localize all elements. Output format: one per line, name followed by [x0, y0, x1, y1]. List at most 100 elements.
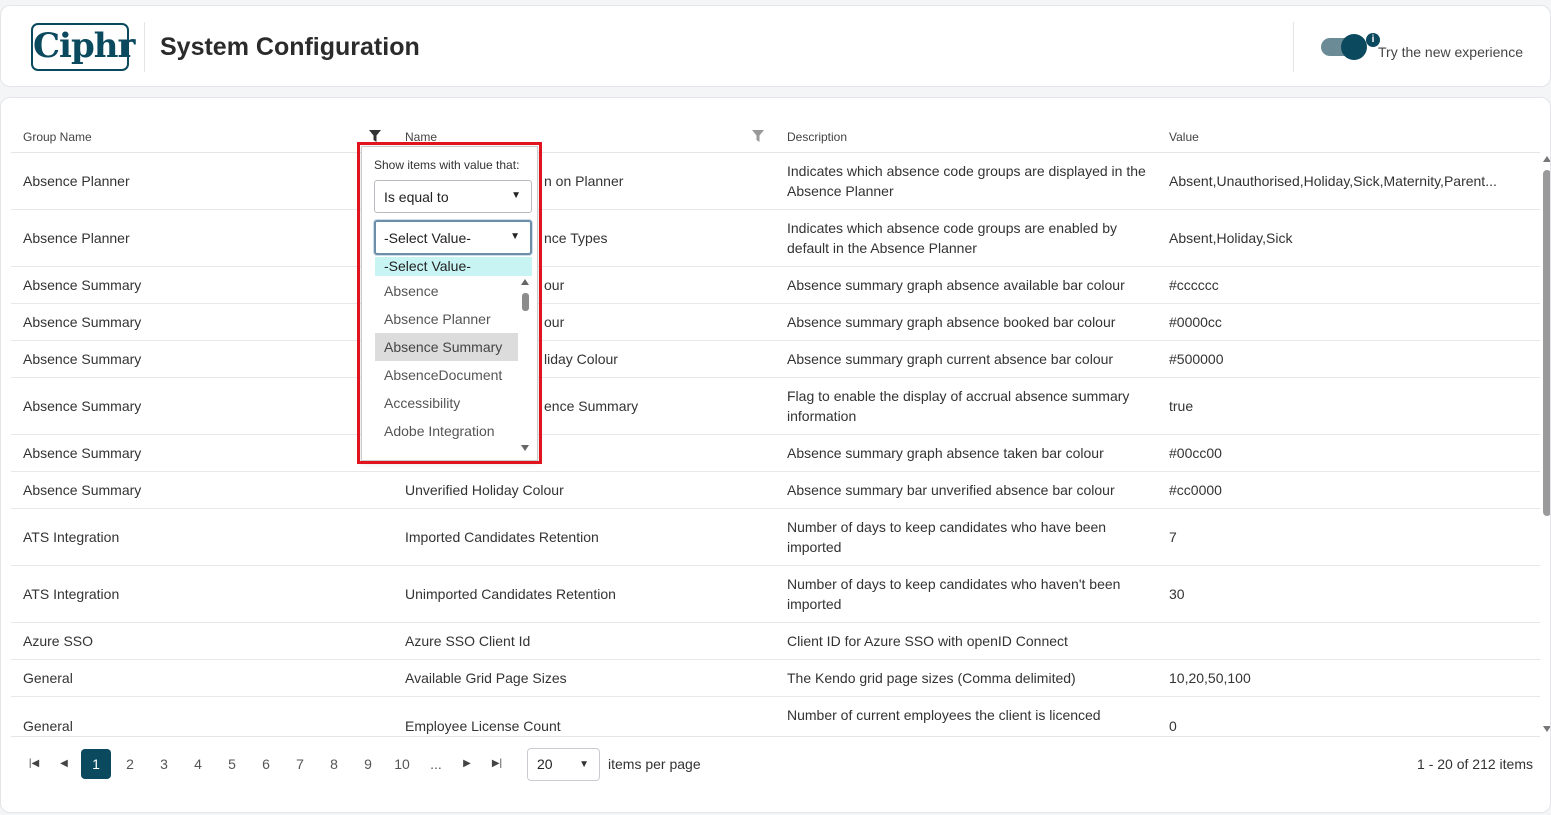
grid-body: Absence Planner n on Planner Indicates w…: [11, 153, 1540, 754]
filter-operator-value: Is equal to: [384, 189, 449, 205]
table-row[interactable]: Absence Summary Unverified Holiday Colou…: [11, 472, 1540, 509]
cell-group: General: [23, 670, 73, 686]
caret-down-icon: ▼: [511, 190, 521, 201]
next-page-icon[interactable]: ▶: [452, 749, 482, 779]
cell-name: our: [544, 314, 565, 330]
table-row[interactable]: ATS Integration Imported Candidates Rete…: [11, 509, 1540, 566]
dropdown-option[interactable]: Adobe Integration: [375, 417, 518, 445]
table-row[interactable]: ATS Integration Unimported Candidates Re…: [11, 566, 1540, 623]
column-header-name[interactable]: Name: [405, 130, 437, 144]
dropdown-option[interactable]: Absence Planner: [375, 305, 518, 333]
scrollbar-thumb[interactable]: [1543, 170, 1550, 516]
table-row[interactable]: Azure SSO Azure SSO Client Id Client ID …: [11, 623, 1540, 660]
cell-group: Absence Summary: [23, 277, 142, 293]
cell-group: Azure SSO: [23, 633, 94, 649]
dropdown-scrollbar-thumb[interactable]: [522, 293, 529, 311]
cell-description: Indicates which absence code groups are …: [787, 220, 1117, 256]
table-row[interactable]: Absence Planner nce Types Indicates whic…: [11, 210, 1540, 267]
cell-group: Absence Planner: [23, 173, 130, 189]
toggle-knob[interactable]: [1341, 34, 1367, 60]
grid-vertical-scrollbar[interactable]: [1541, 156, 1550, 736]
cell-name: Imported Candidates Retention: [405, 529, 599, 545]
page-button-5[interactable]: 5: [217, 749, 247, 779]
scroll-up-arrow-icon[interactable]: [1543, 156, 1550, 162]
cell-description: Indicates which absence code groups are …: [787, 163, 1146, 199]
grid-header: Group Name Name Description Value: [11, 116, 1540, 153]
cell-group: ATS Integration: [23, 586, 120, 602]
cell-name: Unverified Holiday Colour: [405, 482, 564, 498]
grid-pager: |◀ ◀ 1 2 3 4 5 6 7 8 9 10 ... ▶ ▶| 20 ▼ …: [11, 736, 1540, 812]
table-row[interactable]: Absence Summary ence Summary Flag to ena…: [11, 378, 1540, 435]
page-button-10[interactable]: 10: [387, 749, 417, 779]
scroll-down-arrow-icon[interactable]: [1543, 726, 1550, 732]
table-row[interactable]: General Available Grid Page Sizes The Ke…: [11, 660, 1540, 697]
filter-value-dropdown[interactable]: -Select Value- Absence Absence Planner A…: [375, 257, 532, 457]
column-header-description[interactable]: Description: [787, 130, 847, 144]
first-page-icon[interactable]: |◀: [19, 749, 49, 779]
dropdown-option[interactable]: AbsenceDocument: [375, 361, 518, 389]
page-button-1[interactable]: 1: [81, 749, 111, 779]
cell-group: Absence Summary: [23, 314, 142, 330]
toggle-label: Try the new experience: [1378, 44, 1523, 60]
cell-description: Absence summary graph absence booked bar…: [787, 314, 1116, 330]
cell-name: Employee License Count: [405, 718, 561, 734]
cell-name: Azure SSO Client Id: [405, 633, 531, 649]
page-button-9[interactable]: 9: [353, 749, 383, 779]
last-page-icon[interactable]: ▶|: [482, 749, 512, 779]
column-header-value[interactable]: Value: [1169, 130, 1199, 144]
filter-value-current: -Select Value-: [384, 230, 471, 246]
filter-icon[interactable]: [369, 130, 381, 142]
more-pages-button[interactable]: ...: [421, 749, 451, 779]
table-row[interactable]: Absence Summary our Absence summary grap…: [11, 304, 1540, 341]
filter-label: Show items with value that:: [374, 158, 520, 172]
config-grid: Group Name Name Description Value Absenc…: [0, 97, 1551, 813]
page-button-6[interactable]: 6: [251, 749, 281, 779]
cell-value: Absent,Holiday,Sick: [1169, 230, 1293, 246]
cell-description: Number of days to keep candidates who ha…: [787, 519, 1107, 555]
header-divider: [144, 22, 145, 72]
table-row[interactable]: Absence Planner n on Planner Indicates w…: [11, 153, 1540, 210]
cell-name: ence Summary: [544, 398, 639, 414]
filter-operator-select[interactable]: Is equal to ▼: [374, 180, 532, 213]
cell-group: Absence Summary: [23, 351, 142, 367]
table-row[interactable]: Absence Summary our Absence summary grap…: [11, 267, 1540, 304]
page-button-2[interactable]: 2: [115, 749, 145, 779]
cell-name: Available Grid Page Sizes: [405, 670, 567, 686]
filter-icon[interactable]: [752, 130, 764, 142]
page-button-8[interactable]: 8: [319, 749, 349, 779]
scroll-down-arrow-icon[interactable]: [521, 445, 529, 451]
cell-name: our: [544, 277, 565, 293]
cell-name: n on Planner: [544, 173, 624, 189]
dropdown-option[interactable]: Absence: [375, 277, 518, 305]
cell-value: 30: [1169, 586, 1185, 602]
cell-description: Absence summary graph current absence ba…: [787, 351, 1114, 367]
filter-value-select[interactable]: -Select Value- ▼: [374, 220, 532, 255]
caret-down-icon: ▼: [510, 231, 520, 242]
page-size-select[interactable]: 20 ▼: [527, 748, 600, 781]
dropdown-option[interactable]: -Select Value-: [375, 257, 532, 276]
previous-page-icon[interactable]: ◀: [49, 749, 79, 779]
page-size-value: 20: [537, 756, 553, 772]
cell-value: #00cc00: [1169, 445, 1222, 461]
table-row[interactable]: Absence Summary Absence summary graph ab…: [11, 435, 1540, 472]
column-header-group-name[interactable]: Group Name: [23, 130, 92, 144]
cell-value: 10,20,50,100: [1169, 670, 1251, 686]
scroll-up-arrow-icon[interactable]: [521, 279, 529, 285]
page-button-4[interactable]: 4: [183, 749, 213, 779]
page-title: System Configuration: [160, 33, 420, 61]
page-button-7[interactable]: 7: [285, 749, 315, 779]
ciphr-logo[interactable]: Ciphr: [31, 23, 135, 71]
table-row[interactable]: Absence Summary liday Colour Absence sum…: [11, 341, 1540, 378]
dropdown-option[interactable]: Accessibility: [375, 389, 518, 417]
app-header: Ciphr System Configuration i Try the new…: [0, 5, 1551, 87]
cell-name: nce Types: [544, 230, 608, 246]
page-button-3[interactable]: 3: [149, 749, 179, 779]
cell-group: Absence Summary: [23, 482, 142, 498]
cell-group: General: [23, 718, 73, 734]
cell-description: Absence summary graph absence available …: [787, 277, 1125, 293]
filter-menu: Show items with value that: Is equal to …: [361, 146, 538, 461]
cell-value: 0: [1169, 718, 1177, 734]
cell-description: Number of days to keep candidates who ha…: [787, 576, 1121, 612]
item-count-label: 1 - 20 of 212 items: [1417, 756, 1533, 772]
dropdown-option-hovered[interactable]: Absence Summary: [375, 333, 518, 361]
